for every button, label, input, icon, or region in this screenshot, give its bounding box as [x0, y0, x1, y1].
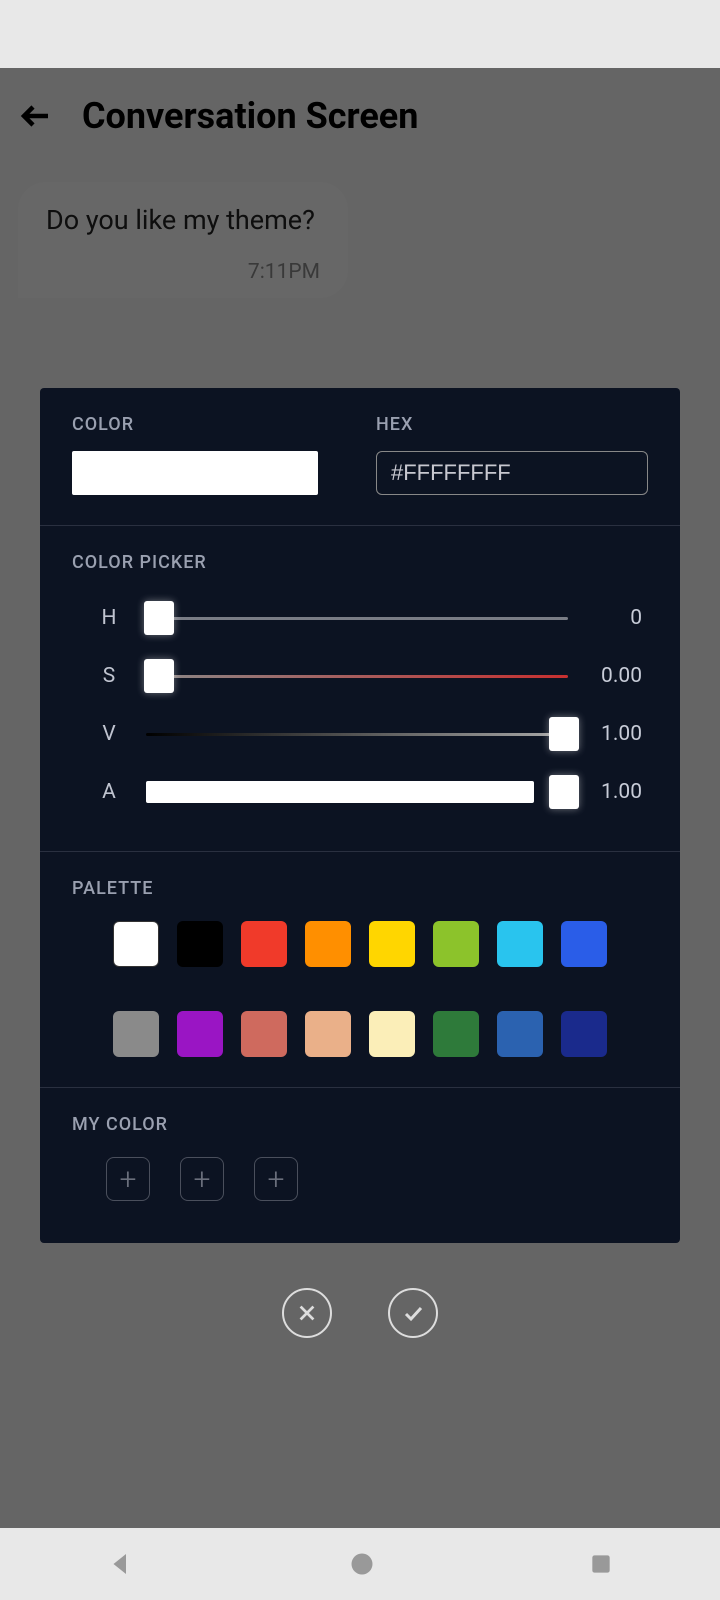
color-label: COLOR [72, 414, 344, 435]
cancel-button[interactable] [282, 1288, 332, 1338]
palette-swatch[interactable] [369, 1011, 415, 1057]
palette-swatch[interactable] [433, 1011, 479, 1057]
palette-swatch[interactable] [113, 921, 159, 967]
nav-back-icon[interactable] [106, 1549, 136, 1579]
palette-swatch[interactable] [305, 1011, 351, 1057]
action-row [0, 1288, 720, 1338]
palette-swatch[interactable] [241, 1011, 287, 1057]
sat-row: S 0.00 [72, 647, 648, 705]
palette-grid [72, 921, 648, 1057]
hue-value: 0 [568, 606, 648, 630]
mycolor-label: MY COLOR [72, 1114, 648, 1135]
sat-slider[interactable] [146, 661, 568, 691]
palette-swatch[interactable] [241, 921, 287, 967]
palette-swatch[interactable] [113, 1011, 159, 1057]
palette-swatch[interactable] [497, 1011, 543, 1057]
hue-label: H [72, 606, 146, 630]
palette-swatch[interactable] [433, 921, 479, 967]
val-value: 1.00 [568, 722, 648, 746]
alpha-slider[interactable] [146, 777, 568, 807]
palette-swatch[interactable] [177, 1011, 223, 1057]
add-color-slot[interactable]: + [106, 1157, 150, 1201]
mycolor-section: MY COLOR + + + [40, 1088, 680, 1243]
add-color-slot[interactable]: + [254, 1157, 298, 1201]
palette-swatch[interactable] [305, 921, 351, 967]
sat-label: S [72, 664, 146, 688]
app-area: Conversation Screen Do you like my theme… [0, 68, 720, 1528]
palette-swatch[interactable] [561, 1011, 607, 1057]
picker-section-label: COLOR PICKER [72, 552, 648, 573]
slider-section: COLOR PICKER H 0 S 0.00 V [40, 526, 680, 852]
alpha-row: A 1.00 [72, 763, 648, 821]
color-hex-section: COLOR HEX [40, 388, 680, 526]
check-icon [401, 1301, 425, 1325]
sat-value: 0.00 [568, 664, 648, 688]
palette-swatch[interactable] [561, 921, 607, 967]
current-color-swatch[interactable] [72, 451, 318, 495]
alpha-value: 1.00 [568, 780, 648, 804]
palette-swatch[interactable] [369, 921, 415, 967]
palette-label: PALETTE [72, 878, 648, 899]
hex-input[interactable] [376, 451, 648, 495]
nav-home-icon[interactable] [348, 1550, 376, 1578]
hue-row: H 0 [72, 589, 648, 647]
hex-label: HEX [376, 414, 648, 435]
alpha-label: A [72, 780, 146, 804]
palette-section: PALETTE [40, 852, 680, 1088]
android-nav-bar [0, 1528, 720, 1600]
nav-recent-icon[interactable] [588, 1551, 614, 1577]
color-picker-modal: COLOR HEX COLOR PICKER H 0 [40, 388, 680, 1243]
palette-swatch[interactable] [497, 921, 543, 967]
val-slider[interactable] [146, 719, 568, 749]
palette-swatch[interactable] [177, 921, 223, 967]
close-icon [296, 1302, 318, 1324]
mycolor-row: + + + [72, 1157, 648, 1201]
val-row: V 1.00 [72, 705, 648, 763]
confirm-button[interactable] [388, 1288, 438, 1338]
add-color-slot[interactable]: + [180, 1157, 224, 1201]
hue-slider[interactable] [146, 603, 568, 633]
val-label: V [72, 722, 146, 746]
status-bar [0, 0, 720, 68]
